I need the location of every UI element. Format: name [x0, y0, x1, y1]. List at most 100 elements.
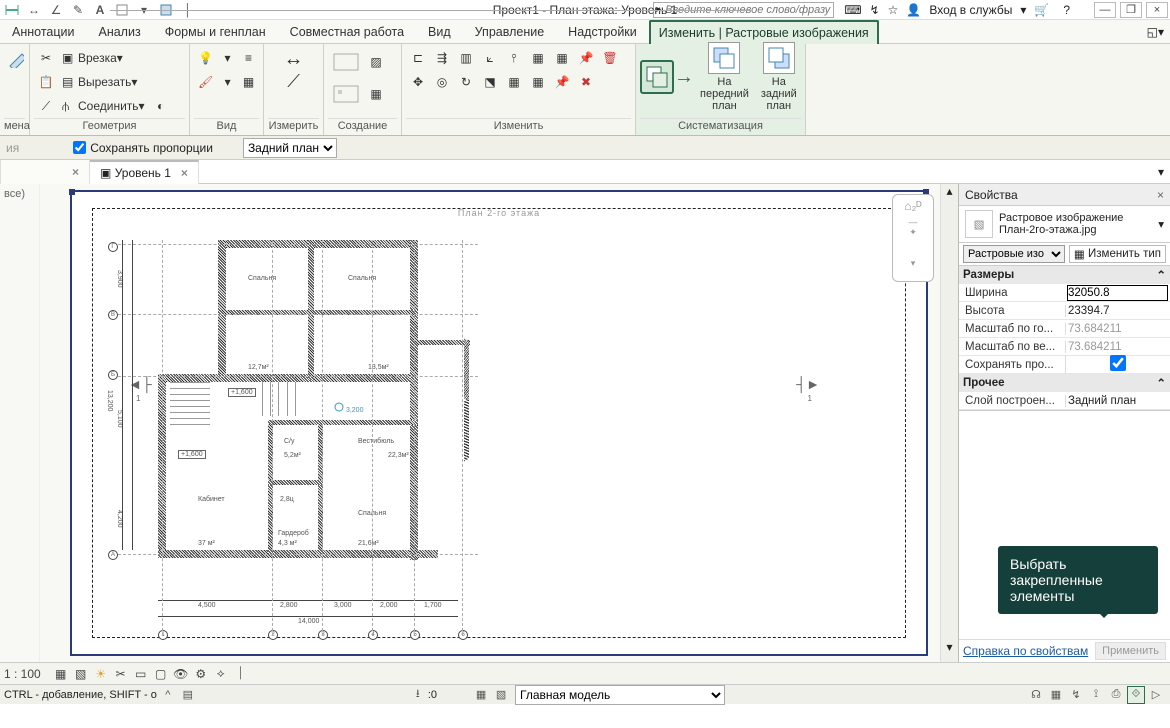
qat-rotate-icon[interactable]: ↔: [24, 0, 44, 20]
send-back-button[interactable]: На задний план: [755, 40, 803, 114]
tab-view[interactable]: Вид: [416, 20, 463, 44]
st-ic5[interactable]: ⎙: [1107, 686, 1125, 704]
trim-icon[interactable]: ⟀: [479, 47, 501, 69]
arr1-icon[interactable]: ▦: [527, 47, 549, 69]
minimize-button[interactable]: —: [1094, 2, 1116, 18]
tab-annotations[interactable]: Аннотации: [0, 20, 86, 44]
type-selector[interactable]: ▧ Растровое изображение План-2го-этажа.j…: [959, 206, 1170, 243]
unpin-icon[interactable]: 📌: [551, 71, 573, 93]
qat-dim-icon[interactable]: [2, 0, 22, 20]
close-tab-1[interactable]: ×: [181, 166, 188, 180]
del-icon[interactable]: 🗑: [599, 47, 621, 69]
tab-massing[interactable]: Формы и генплан: [153, 20, 278, 44]
canvas[interactable]: План 2-го этажа ◄├ ┤► 1 1: [40, 184, 958, 662]
keep-prop-checkbox[interactable]: Сохранять пропорции: [73, 141, 213, 155]
showhidden-icon[interactable]: ▦: [239, 71, 258, 93]
align-icon[interactable]: ⊏: [407, 47, 429, 69]
array-icon[interactable]: ▦: [503, 71, 525, 93]
hide-icon[interactable]: 👁: [172, 665, 190, 683]
row-height[interactable]: Высота 23394.7: [959, 302, 1170, 320]
join-icon[interactable]: ⟋: [35, 95, 57, 117]
keyboard-icon[interactable]: ⌨: [844, 3, 861, 17]
detail-icon[interactable]: ▦: [52, 665, 70, 683]
create2-icon[interactable]: [329, 79, 363, 109]
properties-help-link[interactable]: Справка по свойствам: [963, 644, 1088, 658]
delx-icon[interactable]: ✖: [575, 71, 597, 93]
st-ic6[interactable]: ▷: [1147, 686, 1165, 704]
filter-select[interactable]: Растровые изо: [963, 245, 1065, 263]
cut-tool[interactable]: ▣Врезка ▾: [59, 47, 126, 69]
properties-header[interactable]: Свойства ×: [959, 184, 1170, 206]
create-big-icon[interactable]: [329, 47, 363, 77]
input-width[interactable]: [1067, 285, 1168, 301]
scissors-icon[interactable]: ✂: [35, 47, 57, 69]
scale-display[interactable]: 1 : 100: [4, 667, 41, 681]
row-width[interactable]: Ширина: [959, 284, 1170, 302]
bulb-icon[interactable]: 💡: [195, 47, 216, 69]
shadow-icon[interactable]: ✂: [112, 665, 130, 683]
move-icon[interactable]: ✥: [407, 71, 429, 93]
qat-text-icon[interactable]: A: [90, 0, 110, 20]
tab-addins[interactable]: Надстройки: [556, 20, 649, 44]
status-model-icon[interactable]: ▧: [492, 686, 510, 704]
section-other[interactable]: Прочее⌃: [959, 374, 1170, 392]
workset-select[interactable]: Главная модель: [515, 685, 725, 705]
bring-front-button[interactable]: На передний план: [694, 40, 755, 114]
login-link[interactable]: Вход в службы: [929, 3, 1012, 17]
sun-icon[interactable]: ☀: [92, 665, 110, 683]
properties-close-icon[interactable]: ×: [1157, 188, 1164, 202]
viewcube-2d-icon[interactable]: ⌂₂ᴰ: [904, 199, 921, 213]
chevron-down-icon[interactable]: ▾: [1020, 3, 1026, 17]
layer-select[interactable]: Задний план: [243, 138, 337, 158]
star-icon[interactable]: ☆: [888, 3, 899, 17]
sync-icon[interactable]: ↯: [870, 3, 880, 17]
arr3-icon[interactable]: ▦: [527, 71, 549, 93]
hatch-icon[interactable]: ▾: [218, 71, 237, 93]
handle-tl[interactable]: [69, 189, 75, 195]
cart-icon[interactable]: 🛒: [1034, 3, 1049, 17]
vsl-icon[interactable]: ▧: [72, 665, 90, 683]
status-dropdown-icon[interactable]: ^: [159, 686, 177, 704]
close-tab-0[interactable]: ×: [72, 165, 79, 179]
measure-button[interactable]: ↔⟋: [268, 46, 319, 94]
render-icon[interactable]: ▭: [132, 665, 150, 683]
join-tool[interactable]: ⫛Соединить ▾: [59, 95, 148, 117]
bring-front-hl-button[interactable]: [640, 60, 674, 94]
thinlines-icon[interactable]: ≡: [239, 47, 258, 69]
rotate-icon[interactable]: ↻: [455, 71, 477, 93]
drawing-frame[interactable]: План 2-го этажа ◄├ ┤► 1 1: [70, 190, 928, 656]
tab-manage[interactable]: Управление: [463, 20, 557, 44]
doc-tab-0[interactable]: ×: [0, 160, 90, 184]
split-icon[interactable]: ⫯: [503, 47, 525, 69]
st-ic2[interactable]: ▦: [1047, 686, 1065, 704]
status-ham-icon[interactable]: ▤: [179, 686, 197, 704]
paint-icon[interactable]: 🖌: [195, 71, 216, 93]
row-lock[interactable]: Сохранять про...: [959, 356, 1170, 374]
scrollbar-v[interactable]: ▴ ▾: [940, 184, 958, 662]
load-icon[interactable]: ▨: [365, 51, 387, 73]
extra-geom-icon[interactable]: ◐: [150, 95, 172, 117]
offset-icon[interactable]: ⇶: [431, 47, 453, 69]
edit-type-button[interactable]: ▦ Изменить тип: [1069, 245, 1166, 263]
qat-angle-icon[interactable]: ∠: [46, 0, 66, 20]
modify-icon[interactable]: [5, 47, 27, 69]
tab-analysis[interactable]: Анализ: [86, 20, 152, 44]
doc-tab-level1[interactable]: ▣ Уровень 1 ×: [90, 160, 199, 184]
clipboard-icon[interactable]: 📋: [35, 71, 57, 93]
user-icon[interactable]: 👤: [906, 3, 921, 17]
constraint-icon[interactable]: ⟡: [212, 665, 230, 683]
copy-icon[interactable]: ◎: [431, 71, 453, 93]
st-ic-pinned[interactable]: ⟐: [1127, 686, 1145, 704]
keep-prop-check[interactable]: [73, 141, 86, 154]
clip-tool[interactable]: ▤Вырезать ▾: [59, 71, 140, 93]
st-ic3[interactable]: ↯: [1067, 686, 1085, 704]
status-filter2-icon[interactable]: ▦: [472, 686, 490, 704]
pin-icon[interactable]: 📌: [575, 47, 597, 69]
restore-button[interactable]: ❐: [1120, 2, 1142, 18]
st-ic4[interactable]: ⟟: [1087, 686, 1105, 704]
crop-icon[interactable]: ▢: [152, 665, 170, 683]
close-button[interactable]: ×: [1146, 2, 1168, 18]
section-sizes[interactable]: Размеры⌃: [959, 266, 1170, 284]
st-ic1[interactable]: ☊: [1027, 686, 1045, 704]
arr2-icon[interactable]: ▦: [551, 47, 573, 69]
